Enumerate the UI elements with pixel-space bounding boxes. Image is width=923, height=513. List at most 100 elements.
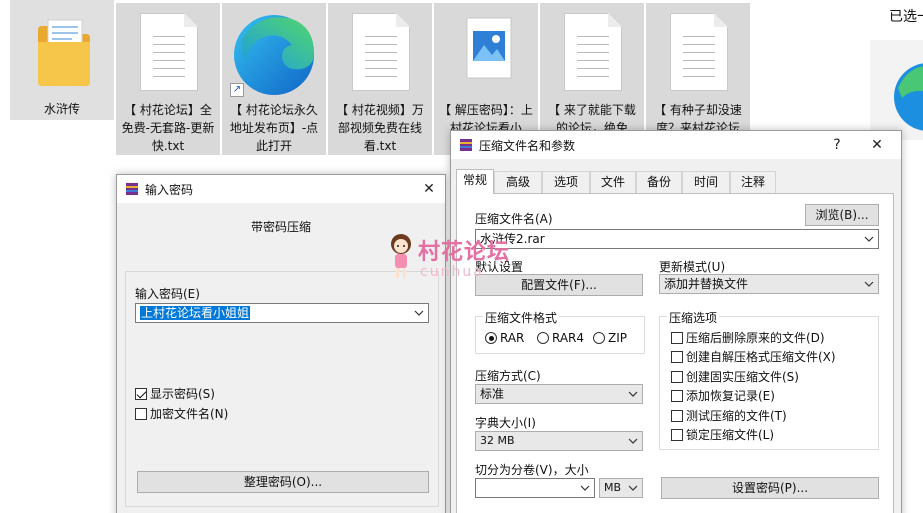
options-group-label: 压缩选项 <box>667 309 720 326</box>
file-item-folder[interactable]: 水浒传 <box>10 0 114 120</box>
shortcut-arrow-icon: ↗ <box>230 83 244 97</box>
checkbox-label: 测试压缩的文件(T) <box>686 409 787 423</box>
archive-name-label: 压缩文件名(A) <box>475 212 553 226</box>
password-input[interactable]: 上村花论坛看小姐姐 <box>135 303 429 323</box>
format-zip-radio[interactable]: ZIP <box>593 331 627 345</box>
tab-general[interactable]: 常规 <box>456 169 494 194</box>
show-password-checkbox[interactable]: 显示密码(S) <box>135 387 215 401</box>
image-file-icon <box>466 17 512 79</box>
winrar-icon <box>460 139 472 151</box>
password-dialog: 输入密码 ✕ 带密码压缩 输入密码(E) 上村花论坛看小姐姐 显示密码(S) 加… <box>116 174 446 513</box>
update-mode-select[interactable]: 添加并替换文件 <box>659 274 879 294</box>
tab-options[interactable]: 选项 <box>542 171 590 193</box>
tab-backup[interactable]: 备份 <box>636 171 682 193</box>
checkbox-label: 添加恢复记录(E) <box>686 389 775 403</box>
method-label: 压缩方式(C) <box>475 369 541 383</box>
tab-files[interactable]: 文件 <box>590 171 636 193</box>
option-delete-after-checkbox[interactable]: 压缩后删除原来的文件(D) <box>671 331 825 345</box>
tab-advanced[interactable]: 高级 <box>494 171 542 193</box>
dialog-title: 压缩文件名和参数 <box>479 139 576 153</box>
split-size-input[interactable] <box>475 478 595 498</box>
watermark: 村花论坛 cunhua <box>386 232 536 282</box>
format-group-label: 压缩文件格式 <box>483 309 560 326</box>
edge-preview-icon <box>894 63 923 131</box>
checkbox-unchecked-icon[interactable] <box>671 429 683 441</box>
chevron-down-icon[interactable] <box>862 230 876 248</box>
help-button[interactable]: ? <box>825 133 849 157</box>
text-file-icon <box>670 13 728 91</box>
option-solid-checkbox[interactable]: 创建固实压缩文件(S) <box>671 370 799 384</box>
checkbox-label: 显示密码(S) <box>150 387 215 401</box>
option-recovery-checkbox[interactable]: 添加恢复记录(E) <box>671 389 775 403</box>
split-unit-value: MB <box>604 481 622 494</box>
checkbox-unchecked-icon[interactable] <box>671 332 683 344</box>
winrar-icon <box>126 183 138 195</box>
option-lock-checkbox[interactable]: 锁定压缩文件(L) <box>671 428 774 442</box>
archive-dialog-titlebar: 压缩文件名和参数 ? ✕ <box>451 131 901 159</box>
update-mode-label: 更新模式(U) <box>659 260 726 274</box>
chevron-down-icon[interactable] <box>578 479 592 497</box>
file-item-shortcut[interactable]: ↗ 【 村花论坛永久地址发布页】-点此打开 <box>222 3 326 155</box>
chevron-down-icon[interactable] <box>862 275 876 293</box>
option-test-checkbox[interactable]: 测试压缩的文件(T) <box>671 409 787 423</box>
close-button[interactable]: ✕ <box>417 177 441 201</box>
selection-count-label: 已选一 <box>889 9 923 25</box>
encrypt-filenames-checkbox[interactable]: 加密文件名(N) <box>135 407 228 421</box>
watermark-text: 村花论坛 <box>418 240 511 265</box>
method-value: 标准 <box>480 387 505 401</box>
dictionary-value: 32 MB <box>480 434 515 447</box>
dialog-subtitle: 带密码压缩 <box>251 220 312 234</box>
watermark-subtext: cunhua <box>420 264 484 280</box>
radio-selected-icon[interactable] <box>485 332 497 344</box>
text-file-icon <box>564 13 622 91</box>
radio-unselected-icon[interactable] <box>593 332 605 344</box>
radio-unselected-icon[interactable] <box>537 332 549 344</box>
close-button[interactable]: ✕ <box>865 133 889 157</box>
split-volumes-label: 切分为分卷(V)，大小 <box>475 463 589 477</box>
checkbox-label: 加密文件名(N) <box>150 407 229 421</box>
chevron-down-icon[interactable] <box>626 432 640 450</box>
folder-icon <box>38 19 90 86</box>
password-label: 输入密码(E) <box>135 287 200 301</box>
update-mode-value: 添加并替换文件 <box>664 277 749 291</box>
radio-label: RAR4 <box>552 331 585 345</box>
text-file-icon <box>140 13 198 91</box>
file-name: 【 村花视频】万部视频免费在线看.txt <box>336 103 424 153</box>
format-rar-radio[interactable]: RAR <box>485 331 524 345</box>
checkbox-unchecked-icon[interactable] <box>671 351 683 363</box>
radio-label: ZIP <box>608 331 627 345</box>
dictionary-select[interactable]: 32 MB <box>475 431 643 451</box>
checkbox-label: 创建固实压缩文件(S) <box>686 370 799 384</box>
chevron-down-icon[interactable] <box>626 479 640 497</box>
mascot-girl-icon <box>391 234 411 278</box>
file-name: 水浒传 <box>43 102 80 116</box>
organize-passwords-button[interactable]: 整理密码(O)... <box>137 471 429 493</box>
chevron-down-icon[interactable] <box>626 385 640 403</box>
radio-label: RAR <box>500 331 525 345</box>
format-rar4-radio[interactable]: RAR4 <box>537 331 584 345</box>
checkbox-unchecked-icon[interactable] <box>671 390 683 402</box>
checkbox-unchecked-icon[interactable] <box>671 371 683 383</box>
file-name: 【 村花论坛永久地址发布页】-点此打开 <box>229 103 319 153</box>
set-password-button[interactable]: 设置密码(P)... <box>661 477 879 499</box>
browse-button[interactable]: 浏览(B)... <box>805 204 879 226</box>
checkbox-unchecked-icon[interactable] <box>135 408 147 420</box>
checkbox-label: 压缩后删除原来的文件(D) <box>686 331 825 345</box>
password-dialog-titlebar: 输入密码 ✕ <box>117 175 445 203</box>
file-item-txt-2[interactable]: 【 村花视频】万部视频免费在线看.txt <box>328 3 432 155</box>
dialog-title: 输入密码 <box>145 183 194 197</box>
text-file-icon <box>352 13 410 91</box>
checkbox-checked-icon[interactable] <box>135 388 147 400</box>
split-unit-select[interactable]: MB <box>599 478 643 498</box>
checkbox-unchecked-icon[interactable] <box>671 410 683 422</box>
option-sfx-checkbox[interactable]: 创建自解压格式压缩文件(X) <box>671 350 836 364</box>
file-name: 【 村花论坛】全免费-无套路-更新快.txt <box>121 103 215 153</box>
file-item-txt-1[interactable]: 【 村花论坛】全免费-无套路-更新快.txt <box>116 3 220 155</box>
tab-comment[interactable]: 注释 <box>730 171 776 193</box>
tab-time[interactable]: 时间 <box>682 171 730 193</box>
password-text: 上村花论坛看小姐姐 <box>140 306 251 320</box>
dictionary-label: 字典大小(I) <box>475 416 536 430</box>
method-select[interactable]: 标准 <box>475 384 643 404</box>
checkbox-label: 锁定压缩文件(L) <box>686 428 775 442</box>
chevron-down-icon[interactable] <box>412 304 426 322</box>
